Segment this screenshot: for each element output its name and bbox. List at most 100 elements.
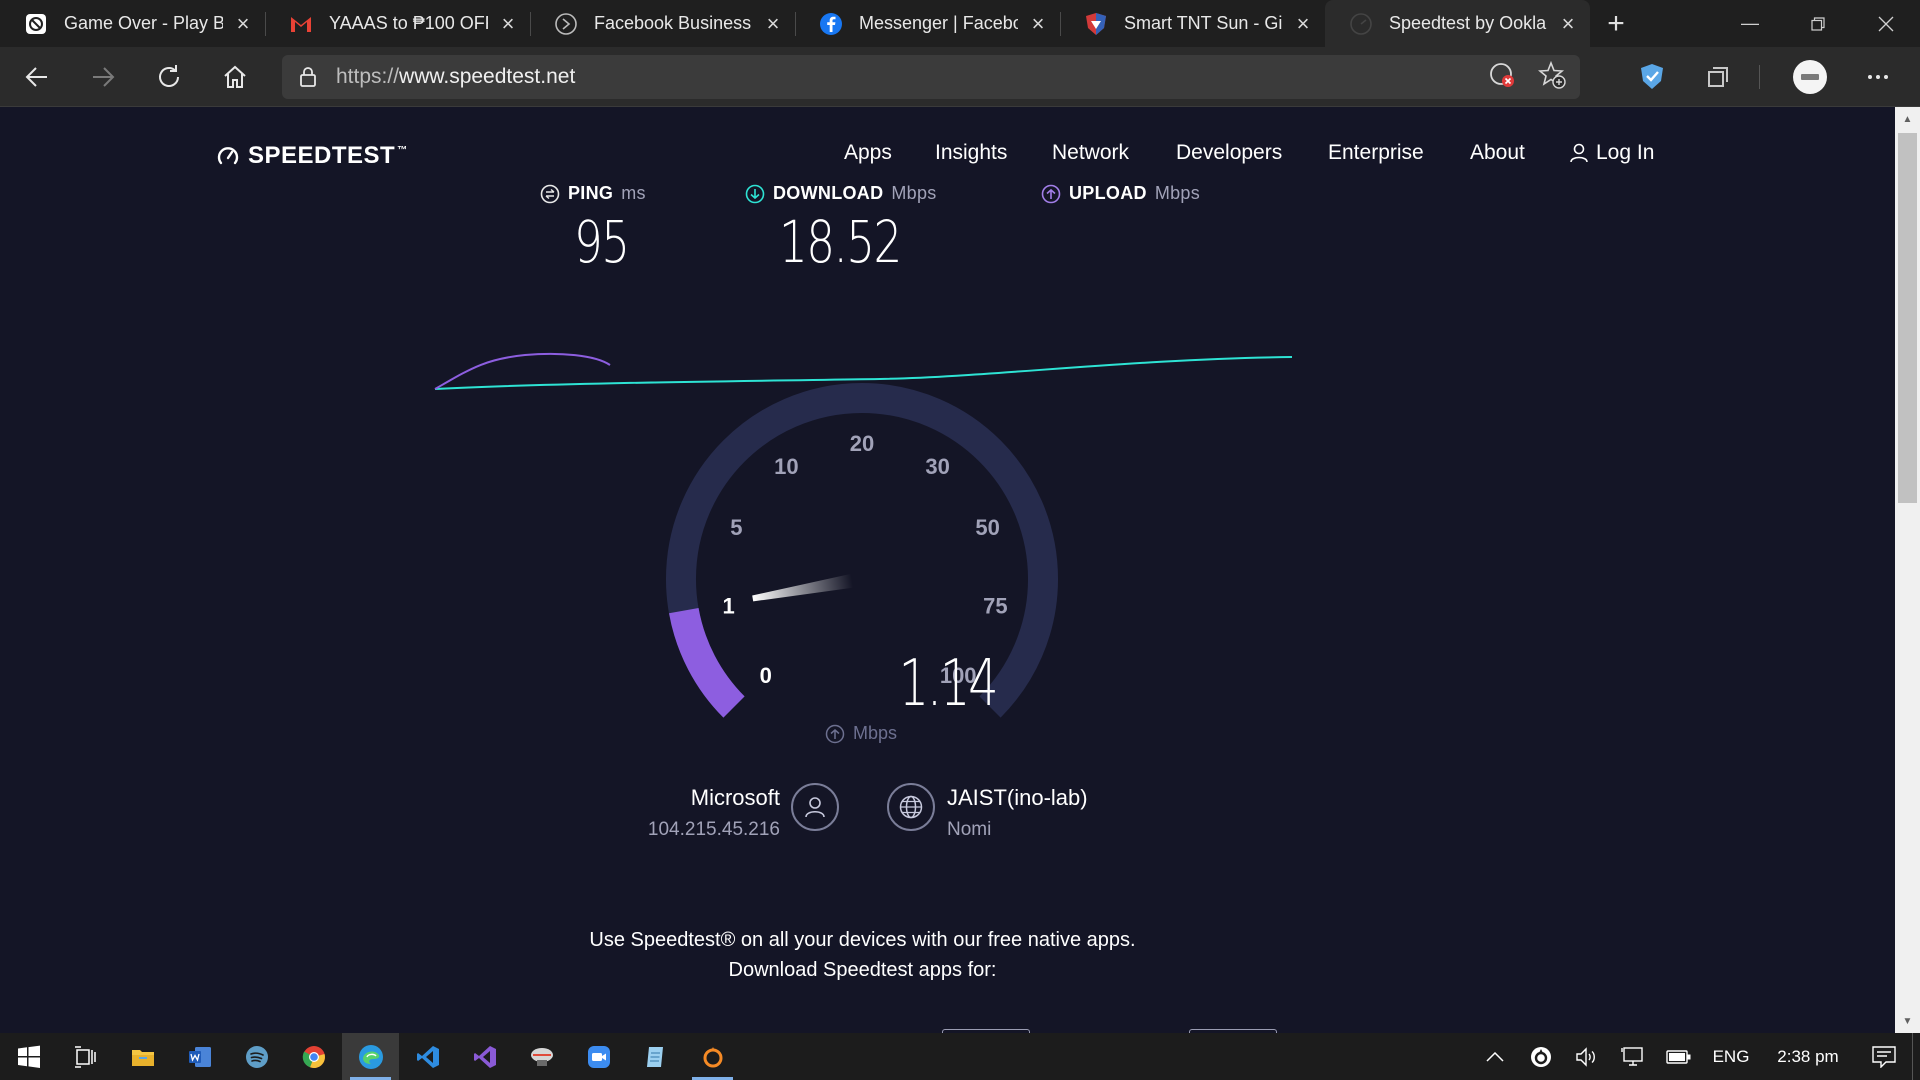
- gauge-tick-label: 20: [850, 431, 874, 456]
- speedtest-page: SPEEDTEST ™ Apps Insights Network Develop…: [0, 107, 1895, 1033]
- shield-extension-icon[interactable]: [1634, 59, 1670, 95]
- network-app-icon[interactable]: [513, 1033, 570, 1080]
- scrollbar-thumb[interactable]: [1898, 133, 1917, 503]
- close-icon[interactable]: ×: [231, 11, 255, 36]
- task-view-icon[interactable]: [57, 1033, 114, 1080]
- gauge-tick-label: 10: [774, 454, 798, 479]
- tab-gmail[interactable]: YAAAS to ₱100 OFF Lazada ×: [265, 0, 530, 47]
- server-name[interactable]: JAIST(ino-lab): [947, 785, 1088, 811]
- speedtest-favicon-icon: [1349, 12, 1373, 36]
- tracking-prevention-icon[interactable]: [1488, 61, 1516, 94]
- add-favorite-icon[interactable]: [1537, 60, 1566, 94]
- vscode-icon[interactable]: [399, 1033, 456, 1080]
- speed-gauge: 0151020305075100: [666, 383, 1058, 718]
- gauge-tick-label: 50: [975, 515, 999, 540]
- gauge-tick-label: 5: [730, 515, 742, 540]
- network-status-icon[interactable]: [1610, 1046, 1656, 1068]
- gauge-tick-label: 30: [925, 454, 949, 479]
- restore-button[interactable]: [1784, 0, 1852, 47]
- edge-icon[interactable]: [342, 1033, 399, 1080]
- close-icon[interactable]: ×: [1556, 11, 1580, 36]
- lock-icon[interactable]: [282, 66, 334, 88]
- gauge-unit-label: Mbps: [853, 723, 898, 743]
- tab-smart-tnt[interactable]: Smart TNT Sun - GigaSurf ×: [1060, 0, 1325, 47]
- battery-icon[interactable]: [1656, 1049, 1702, 1065]
- tab-title: Smart TNT Sun - GigaSurf: [1124, 13, 1283, 33]
- upload-small-icon: [825, 724, 845, 743]
- chevron-up-icon[interactable]: [1472, 1051, 1518, 1062]
- tab-messenger[interactable]: Messenger | Facebook ×: [795, 0, 1060, 47]
- shield-favicon-icon: [1084, 12, 1108, 36]
- visual-studio-icon[interactable]: [456, 1033, 513, 1080]
- gauge-speed-value: 1.14: [898, 647, 999, 721]
- scroll-up-arrow[interactable]: ▲: [1895, 109, 1920, 129]
- extension-icon[interactable]: [1700, 59, 1736, 95]
- close-icon[interactable]: ×: [496, 11, 520, 36]
- back-button[interactable]: [8, 55, 66, 99]
- tab-speedtest[interactable]: Speedtest by Ookla ×: [1325, 0, 1590, 47]
- file-explorer-icon[interactable]: [114, 1033, 171, 1080]
- close-icon[interactable]: ×: [1026, 11, 1050, 36]
- tab-title: Game Over - Play Bhoot: [64, 13, 223, 33]
- volume-icon[interactable]: [1564, 1046, 1610, 1067]
- gmail-icon: [289, 12, 313, 36]
- gauge-tick-label: 75: [983, 594, 1007, 619]
- more-options-icon[interactable]: [1860, 59, 1896, 95]
- close-icon[interactable]: ×: [761, 11, 785, 36]
- browser-tab-bar: Game Over - Play Bhoot × YAAAS to ₱100 O…: [0, 0, 1920, 47]
- promo-line-1: Use Speedtest® on all your devices with …: [589, 929, 1136, 951]
- provider-ip: 104.215.45.216: [647, 819, 780, 840]
- url-text[interactable]: https://www.speedtest.net: [336, 65, 575, 89]
- facebook-icon: [819, 12, 843, 36]
- forward-button[interactable]: [74, 55, 132, 99]
- tab-title: Facebook Business Suite: [594, 13, 753, 33]
- browser-toolbar: https://www.speedtest.net: [0, 47, 1920, 107]
- profile-avatar[interactable]: [1790, 57, 1830, 97]
- close-icon[interactable]: ×: [1291, 11, 1315, 36]
- page-scrollbar[interactable]: ▲ ▼: [1895, 107, 1920, 1033]
- refresh-icon: [159, 64, 179, 87]
- refresh-button[interactable]: [140, 55, 198, 99]
- clock[interactable]: 2:38 pm: [1760, 1047, 1856, 1067]
- system-tray: ENG 2:38 pm: [1472, 1033, 1920, 1080]
- origin-tray-icon[interactable]: [1518, 1045, 1564, 1069]
- provider-name: Microsoft: [690, 785, 780, 810]
- business-suite-icon: [554, 12, 578, 36]
- tab-facebook-business[interactable]: Facebook Business Suite ×: [530, 0, 795, 47]
- user-circle-icon: [791, 783, 839, 831]
- provider-info: Microsoft 104.215.45.216: [637, 785, 780, 841]
- forward-arrow-icon: [93, 66, 115, 87]
- notes-icon[interactable]: [627, 1033, 684, 1080]
- window-controls: —: [1716, 0, 1920, 47]
- tab-game-over[interactable]: Game Over - Play Bhoot ×: [0, 0, 265, 47]
- promo-line-2: Download Speedtest apps for:: [728, 959, 997, 981]
- home-button[interactable]: [206, 55, 264, 99]
- spotify-icon[interactable]: [228, 1033, 285, 1080]
- scroll-down-arrow[interactable]: ▼: [1895, 1011, 1920, 1031]
- windows-start-icon[interactable]: [0, 1033, 57, 1080]
- zoom-icon[interactable]: [570, 1033, 627, 1080]
- url-scheme: https://: [336, 65, 400, 88]
- tab-title: Speedtest by Ookla: [1389, 13, 1547, 33]
- tab-title: YAAAS to ₱100 OFF Lazada: [329, 13, 488, 33]
- chrome-icon[interactable]: [285, 1033, 342, 1080]
- show-desktop-button[interactable]: [1912, 1033, 1920, 1080]
- globe-icon[interactable]: [887, 783, 935, 831]
- home-icon: [224, 65, 246, 88]
- language-indicator[interactable]: ENG: [1702, 1047, 1760, 1067]
- gauge-tick-label: 1: [722, 594, 734, 619]
- game-icon: [24, 12, 48, 36]
- minimize-button[interactable]: —: [1716, 0, 1784, 47]
- close-window-button[interactable]: [1852, 0, 1920, 47]
- tab-title: Messenger | Facebook: [859, 13, 1018, 33]
- word-icon[interactable]: [171, 1033, 228, 1080]
- notifications-icon[interactable]: [1856, 1045, 1912, 1068]
- gauge-needle: [752, 573, 854, 602]
- origin-icon[interactable]: [684, 1033, 741, 1080]
- server-info[interactable]: JAIST(ino-lab) Nomi: [947, 785, 1088, 841]
- url-host: www.speedtest.net: [399, 65, 576, 88]
- toolbar-divider: [1759, 65, 1760, 89]
- address-bar[interactable]: https://www.speedtest.net: [282, 55, 1580, 99]
- new-tab-button[interactable]: +: [1590, 0, 1642, 47]
- windows-taskbar: ENG 2:38 pm: [0, 1033, 1920, 1080]
